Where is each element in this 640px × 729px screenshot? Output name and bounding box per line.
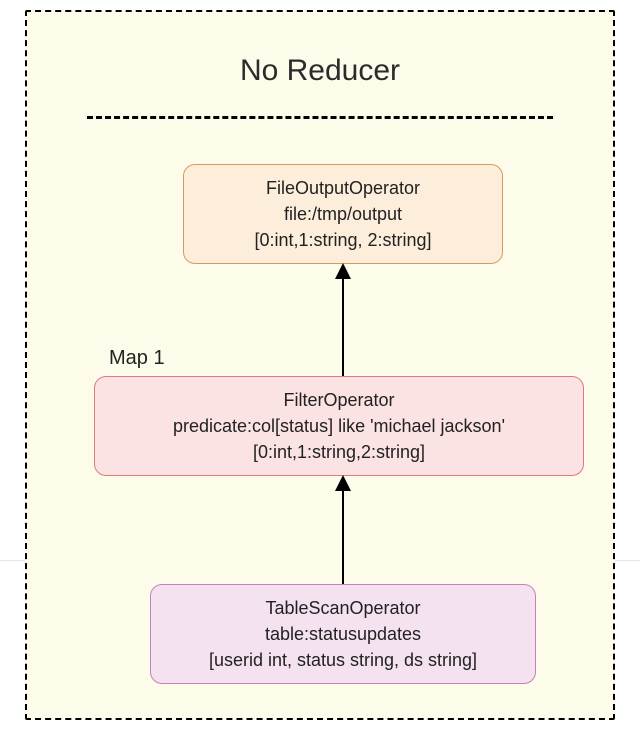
node-line: FilterOperator: [107, 387, 571, 413]
node-table-scan-operator: TableScanOperator table:statusupdates [u…: [150, 584, 536, 684]
title-divider: [87, 116, 553, 119]
node-line: [0:int,1:string, 2:string]: [196, 227, 490, 253]
diagram-title: No Reducer: [27, 54, 613, 88]
node-line: table:statusupdates: [163, 621, 523, 647]
node-filter-operator: FilterOperator predicate:col[status] lik…: [94, 376, 584, 476]
node-line: FileOutputOperator: [196, 175, 490, 201]
node-file-output-operator: FileOutputOperator file:/tmp/output [0:i…: [183, 164, 503, 264]
map-label: Map 1: [109, 347, 165, 370]
diagram-frame: No Reducer FileOutputOperator file:/tmp/…: [25, 10, 615, 720]
arrow-scan-to-filter: [331, 475, 355, 585]
node-line: [0:int,1:string,2:string]: [107, 439, 571, 465]
node-line: [userid int, status string, ds string]: [163, 647, 523, 673]
node-line: TableScanOperator: [163, 595, 523, 621]
arrow-filter-to-output: [331, 263, 355, 377]
node-line: file:/tmp/output: [196, 201, 490, 227]
node-line: predicate:col[status] like 'michael jack…: [107, 413, 571, 439]
